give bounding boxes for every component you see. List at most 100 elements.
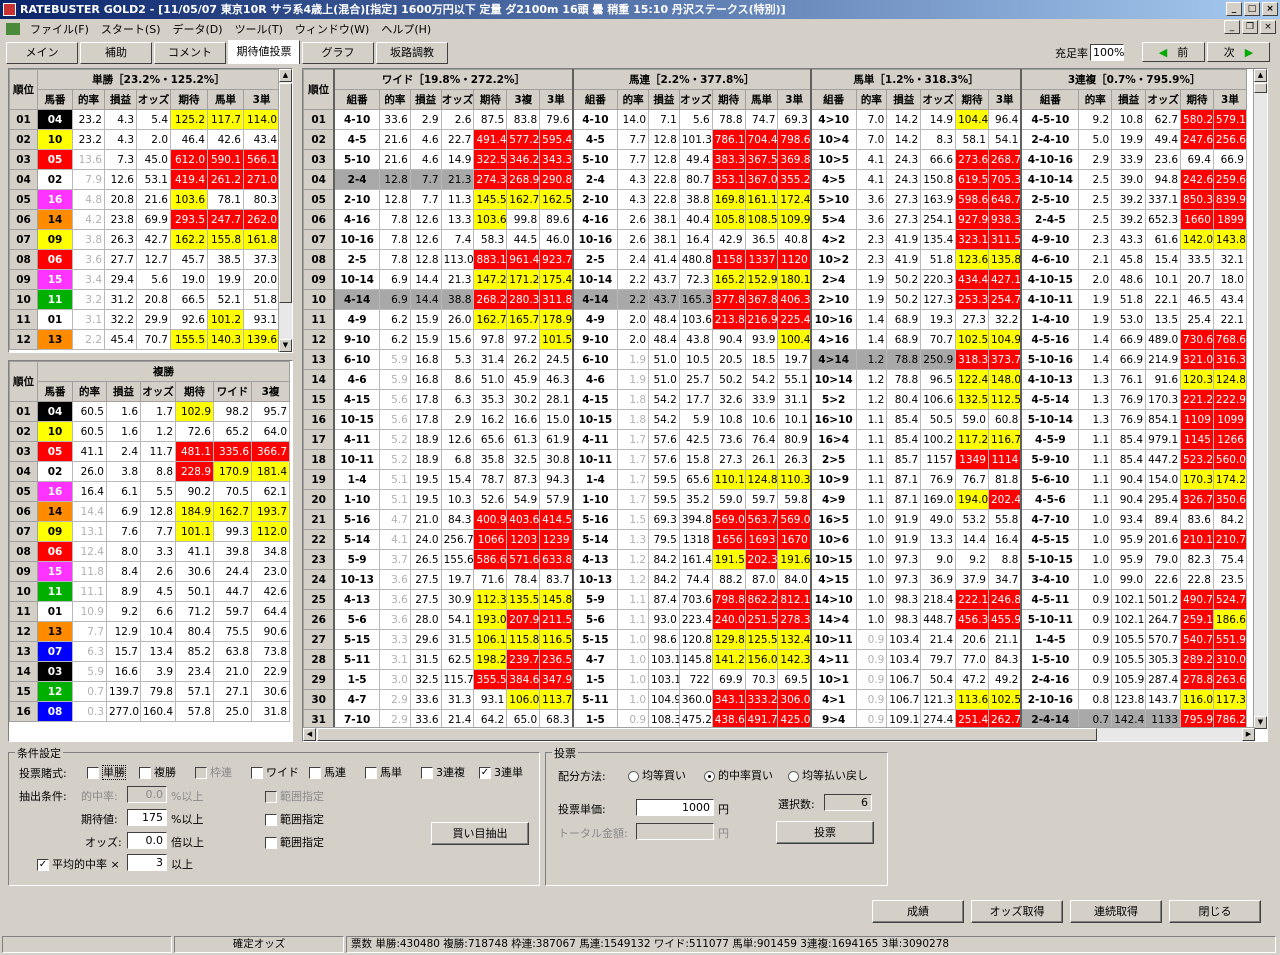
trifecta-checkbox[interactable]: ✓ — [479, 767, 491, 779]
table-row[interactable]: 14 4-6 5.9 16.8 8.6 51.0 45.9 46.3 4-6 1.9 51.0 25.… — [303, 369, 1248, 390]
table-row[interactable]: 11 01 10.9 9.2 6.6 71.2 59.7 64.4 — [9, 601, 291, 622]
menu-help[interactable]: ヘルプ(H) — [375, 21, 437, 37]
table-row[interactable]: 11 01 3.1 32.2 29.9 92.6 101.2 93.1 — [9, 309, 281, 330]
table-row[interactable]: 01 4-10 33.6 2.9 2.6 87.5 83.8 79.6 4-10 14.0 7.1 5… — [303, 109, 1248, 130]
tab-sub[interactable]: 補助 — [80, 42, 152, 64]
table-row[interactable]: 01 04 60.5 1.6 1.7 102.9 98.2 95.7 — [9, 401, 291, 422]
bet-type-place[interactable]: 複勝 — [139, 764, 176, 780]
table-row[interactable]: 07 10-16 7.8 12.6 7.4 58.3 44.5 46.0 10-16 2.6 38.… — [303, 229, 1248, 250]
table-row[interactable]: 29 1-5 3.0 32.5 115.7 355.5 384.6 347.9 1-5 1.0 10… — [303, 669, 1248, 690]
scroll-right-arrow-icon[interactable]: ▶ — [1242, 728, 1255, 741]
child-minimize-button[interactable]: _ — [1224, 20, 1240, 34]
table-row[interactable]: 03 5-10 21.6 4.6 14.9 322.5 346.2 343.3 5-10 7.7 1… — [303, 149, 1248, 170]
scroll-down-arrow-icon[interactable]: ▼ — [1254, 716, 1267, 729]
table-row[interactable]: 09 15 11.8 8.4 2.6 30.6 24.4 23.0 — [9, 561, 291, 582]
results-button[interactable]: 成績 — [872, 900, 964, 923]
table-row[interactable]: 22 5-14 4.1 24.0 256.7 1066 1203 1239 5-14 1.3 79.… — [303, 529, 1248, 550]
table-row[interactable]: 12 9-10 6.2 15.9 15.6 97.8 97.2 101.5 9-10 2.0 48.… — [303, 329, 1248, 350]
maximize-button[interactable]: □ — [1244, 2, 1260, 16]
table-row[interactable]: 04 2-4 12.8 7.7 21.3 274.3 268.9 290.8 2-4 4.3 22.… — [303, 169, 1248, 190]
menu-file[interactable]: ファイル(F) — [24, 21, 95, 37]
table-row[interactable]: 14 03 5.9 16.6 3.9 23.4 21.0 22.9 — [9, 661, 291, 682]
table-row[interactable]: 18 10-11 5.2 18.9 6.8 35.8 32.5 30.8 10-11 1.7 57.… — [303, 449, 1248, 470]
avg-hit-checkbox[interactable]: ✓ — [37, 859, 49, 871]
table-row[interactable]: 23 5-9 3.7 26.5 155.6 586.6 571.6 633.8 4-13 1.2 8… — [303, 549, 1248, 570]
table-row[interactable]: 04 02 26.0 3.8 8.8 228.9 170.9 181.4 — [9, 461, 291, 482]
table-row[interactable]: 15 12 0.7 139.7 79.8 57.1 27.1 30.6 — [9, 681, 291, 702]
table-row[interactable]: 10 4-14 6.9 14.4 38.8 268.2 280.3 311.8 4-14 2.2 4… — [303, 289, 1248, 310]
table-row[interactable]: 12 13 7.7 12.9 10.4 80.4 75.5 90.6 — [9, 621, 291, 642]
method-payout[interactable]: 均等払い戻し — [788, 767, 868, 783]
wide-checkbox[interactable] — [251, 767, 263, 779]
table-row[interactable]: 06 14 14.4 6.9 12.8 184.9 162.7 193.7 — [9, 501, 291, 522]
table-row[interactable]: 12 13 2.2 45.4 70.7 155.5 140.3 139.6 — [9, 329, 281, 350]
table-row[interactable]: 03 05 41.1 2.4 11.7 481.1 335.6 366.7 — [9, 441, 291, 462]
avg-hit[interactable]: ✓ 平均的中率 × — [37, 856, 120, 872]
table-row[interactable]: 04 02 7.9 12.6 53.1 419.4 261.2 271.0 — [9, 169, 281, 190]
close-window-button[interactable]: 閉じる — [1169, 900, 1261, 923]
table-row[interactable]: 16 08 0.3 277.0 160.4 57.8 25.0 31.8 — [9, 701, 291, 722]
win-scrollbar[interactable]: ▲ ▼ — [278, 69, 292, 352]
tab-main[interactable]: メイン — [6, 42, 78, 64]
table-row[interactable]: 28 5-11 3.1 31.5 62.5 198.2 239.7 236.5 4-7 1.0 10… — [303, 649, 1248, 670]
table-row[interactable]: 07 09 3.8 26.3 42.7 162.2 155.8 161.8 — [9, 229, 281, 250]
menu-window[interactable]: ウィンドウ(W) — [289, 21, 375, 37]
scroll-left-arrow-icon[interactable]: ◀ — [303, 728, 316, 741]
odds-range[interactable]: 範囲指定 — [265, 834, 324, 850]
odds-range-checkbox[interactable] — [265, 837, 277, 849]
table-row[interactable]: 08 2-5 7.8 12.8 113.0 883.1 961.4 923.7 2-5 2.4 41… — [303, 249, 1248, 270]
bet-type-trifecta[interactable]: ✓ 3連単 — [479, 764, 523, 780]
table-row[interactable]: 11 4-9 6.2 15.9 26.0 162.7 165.7 178.9 4-9 2.0 48.… — [303, 309, 1248, 330]
table-row[interactable]: 09 15 3.4 29.4 5.6 19.0 19.9 20.0 — [9, 269, 281, 290]
tab-slope-training[interactable]: 坂路調教 — [376, 42, 448, 64]
table-row[interactable]: 05 2-10 12.8 7.7 11.3 145.5 162.7 162.5 2-10 4.3 2… — [303, 189, 1248, 210]
scroll-up-arrow-icon[interactable]: ▲ — [279, 69, 292, 82]
table-row[interactable]: 10 11 3.2 31.2 20.8 66.5 52.1 51.8 — [9, 289, 281, 310]
close-button[interactable]: × — [1262, 2, 1278, 16]
vote-button[interactable]: 投票 — [776, 821, 874, 844]
prev-button[interactable]: ◀ 前 — [1142, 42, 1205, 62]
table-row[interactable]: 15 4-15 5.6 17.8 6.3 35.3 30.2 28.1 4-15 1.8 54.2 1… — [303, 389, 1248, 410]
combo-hscrollbar[interactable]: ◀ ▶ — [303, 727, 1255, 741]
table-row[interactable]: 27 5-15 3.3 29.6 31.5 106.1 115.8 116.5 5-15 1.0 9… — [303, 629, 1248, 650]
table-row[interactable]: 03 05 13.6 7.3 45.0 612.0 590.1 566.1 — [9, 149, 281, 170]
table-row[interactable]: 21 5-16 4.7 21.0 84.3 400.9 403.6 414.5 5-16 1.5 6… — [303, 509, 1248, 530]
child-close-button[interactable]: × — [1260, 20, 1276, 34]
scroll-thumb[interactable] — [1254, 83, 1267, 93]
bet-type-exacta[interactable]: 馬単 — [365, 764, 402, 780]
table-row[interactable]: 19 1-4 5.1 19.5 15.4 78.7 87.3 94.3 1-4 1.7 59.5 65… — [303, 469, 1248, 490]
fill-rate-field[interactable]: 100% — [1090, 44, 1124, 61]
menu-tools[interactable]: ツール(T) — [229, 21, 289, 37]
tab-graph[interactable]: グラフ — [302, 42, 374, 64]
bet-type-quinella[interactable]: 馬連 — [309, 764, 346, 780]
exacta-checkbox[interactable] — [365, 767, 377, 779]
ev-field[interactable]: 175 — [127, 809, 167, 826]
table-row[interactable]: 16 10-15 5.6 17.8 2.9 16.2 16.6 15.0 10-15 1.8 54.… — [303, 409, 1248, 430]
ev-range[interactable]: 範囲指定 — [265, 811, 324, 827]
next-button[interactable]: 次 ▶ — [1207, 42, 1270, 62]
menu-data[interactable]: データ(D) — [167, 21, 229, 37]
table-row[interactable]: 02 10 60.5 1.6 1.2 72.6 65.2 64.0 — [9, 421, 291, 442]
method-equal[interactable]: 均等買い — [628, 767, 686, 783]
table-row[interactable]: 25 4-13 3.6 27.5 30.9 112.3 135.5 145.8 5-9 1.1 87… — [303, 589, 1248, 610]
table-row[interactable]: 08 06 3.6 27.7 12.7 45.7 38.5 37.3 — [9, 249, 281, 270]
hitrate-radio[interactable] — [704, 770, 715, 782]
table-row[interactable]: 09 10-14 6.9 14.4 21.3 147.2 171.2 175.4 10-14 2.… — [303, 269, 1248, 290]
tab-ev-vote[interactable]: 期待値投票 — [228, 40, 300, 64]
combo-vscrollbar[interactable]: ▲ ▼ — [1253, 69, 1267, 729]
extract-button[interactable]: 買い目抽出 — [431, 822, 529, 845]
tab-comment[interactable]: コメント — [154, 42, 226, 64]
table-row[interactable]: 24 10-13 3.6 27.5 19.7 71.6 78.4 83.7 10-13 1.2 84… — [303, 569, 1248, 590]
table-row[interactable]: 07 09 13.1 7.6 7.7 101.1 99.3 112.0 — [9, 521, 291, 542]
trio-checkbox[interactable] — [421, 767, 433, 779]
table-row[interactable]: 20 1-10 5.1 19.5 10.3 52.6 54.9 57.9 1-10 1.7 59.5… — [303, 489, 1248, 510]
bet-type-win[interactable]: 単勝 — [87, 764, 126, 780]
avg-hit-field[interactable]: 3 — [127, 854, 167, 871]
table-row[interactable]: 05 16 16.4 6.1 5.5 90.2 70.5 62.1 — [9, 481, 291, 502]
table-row[interactable]: 02 4-5 21.6 4.6 22.7 491.4 577.2 595.4 4-5 7.7 12.… — [303, 129, 1248, 150]
continuous-get-button[interactable]: 連続取得 — [1070, 900, 1162, 923]
table-row[interactable]: 06 4-16 7.8 12.6 13.3 103.6 99.8 89.6 4-16 2.6 38.… — [303, 209, 1248, 230]
scroll-thumb[interactable] — [279, 83, 292, 303]
hit-range[interactable]: 範囲指定 — [265, 788, 324, 804]
table-row[interactable]: 06 14 4.2 23.8 69.9 293.5 247.7 262.0 — [9, 209, 281, 230]
